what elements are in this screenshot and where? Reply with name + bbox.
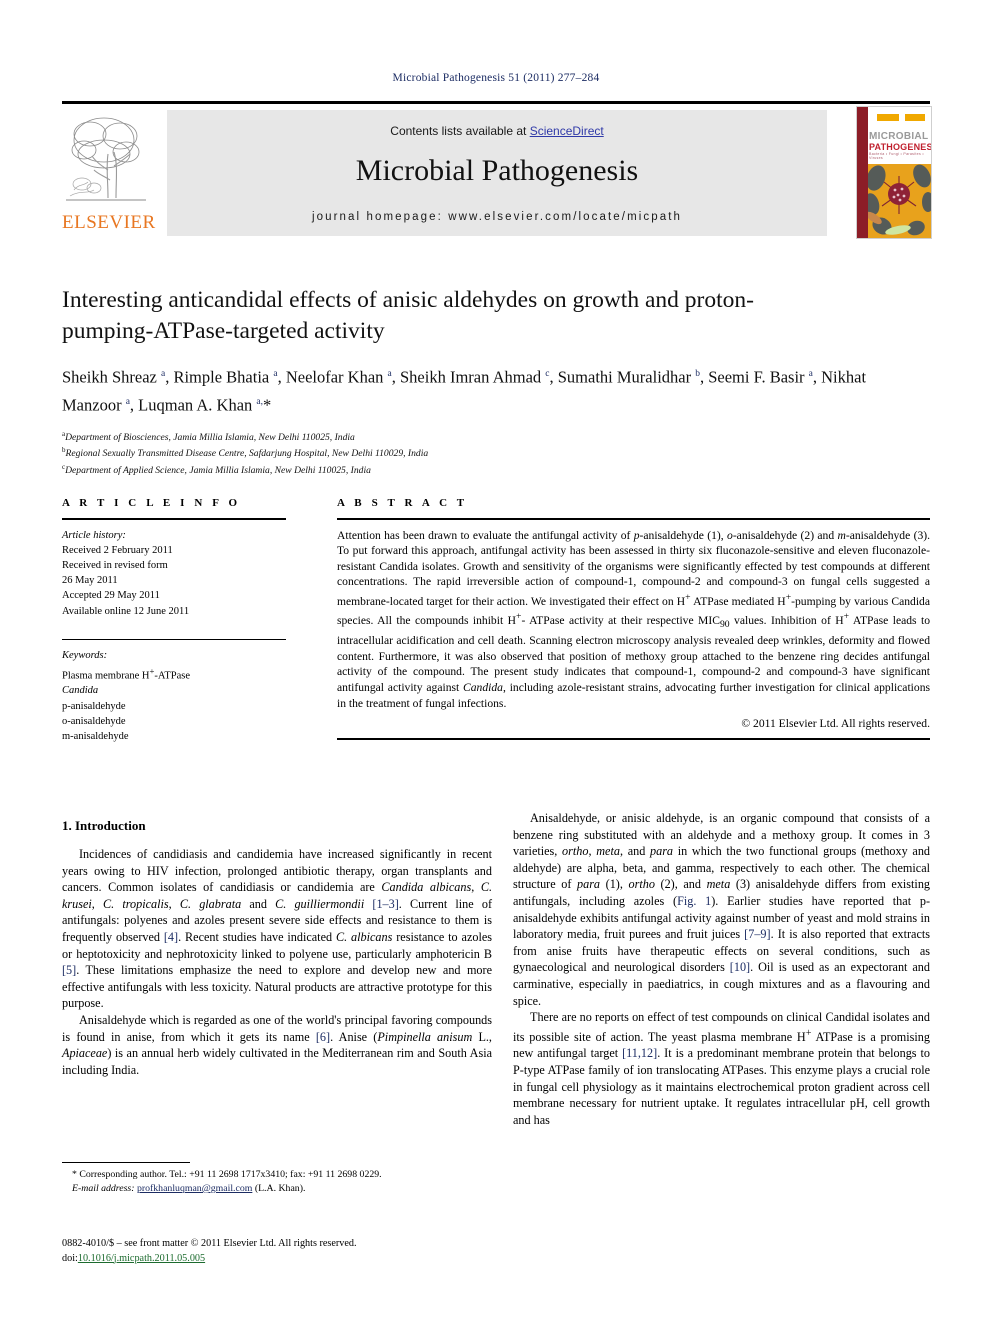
section-heading-introduction: 1. Introduction [62, 818, 146, 833]
affiliation-c: cDepartment of Applied Science, Jamia Mi… [62, 461, 930, 477]
keyword-item: Candida [62, 685, 99, 697]
corresponding-author-footnote: * Corresponding author. Tel.: +91 11 269… [62, 1162, 492, 1196]
body-paragraph: Anisaldehyde, or anisic aldehyde, is an … [513, 811, 931, 1008]
email-link[interactable]: profkhanluqman@gmail.com [137, 1183, 252, 1194]
article-history-item: Accepted 29 May 2011 [62, 590, 160, 602]
issn-frontmatter-line: 0882-4010/$ – see front matter © 2011 El… [62, 1238, 357, 1249]
abstract-rule [337, 518, 930, 520]
elsevier-wordmark: ELSEVIER [62, 212, 156, 233]
paper-page: Microbial Pathogenesis 51 (2011) 277–284 [0, 0, 992, 1323]
body-paragraph: Anisaldehyde which is regarded as one of… [62, 1012, 492, 1077]
article-history-item: Available online 12 June 2011 [62, 605, 190, 617]
journal-band: Contents lists available at ScienceDirec… [167, 110, 827, 236]
cover-accent-bar-left [877, 114, 899, 121]
corresponding-author-line: * Corresponding author. Tel.: +91 11 269… [72, 1169, 382, 1180]
cover-subtitle-line: Bacteria • Fungi • Parasites • Viruses [869, 152, 924, 160]
cover-artwork [868, 164, 931, 238]
email-label: E-mail address: [72, 1183, 135, 1194]
affiliation-text-a: Department of Biosciences, Jamia Millia … [65, 432, 355, 444]
paper-title: Interesting anticandidal effects of anis… [62, 287, 754, 344]
cover-spine [857, 107, 868, 238]
keywords-label: Keywords: [62, 650, 108, 662]
abstract-text: Attention has been drawn to evaluate the… [337, 528, 930, 710]
running-head: Microbial Pathogenesis 51 (2011) 277–284 [392, 72, 600, 84]
article-info-heading: A R T I C L E I N F O [62, 497, 241, 509]
affiliation-text-b: Regional Sexually Transmitted Disease Ce… [65, 448, 429, 460]
email-line: E-mail address: profkhanluqman@gmail.com… [62, 1182, 492, 1196]
article-info-column: A R T I C L E I N F O Article history: R… [62, 497, 286, 744]
doi-link[interactable]: 10.1016/j.micpath.2011.05.005 [78, 1253, 205, 1264]
footnote-rule [62, 1162, 190, 1163]
body-column-left: 1. Introduction Incidences of candidiasi… [62, 818, 492, 1078]
abstract-column: A B S T R A C T Attention has been drawn… [337, 497, 930, 740]
doi-line: doi:10.1016/j.micpath.2011.05.005 [62, 1252, 492, 1267]
keyword-item: p-anisaldehyde [62, 700, 126, 712]
affiliation-list: aDepartment of Biosciences, Jamia Millia… [62, 428, 930, 477]
keywords-rule [62, 638, 286, 641]
email-suffix: (L.A. Khan). [254, 1183, 306, 1194]
article-info-rule [62, 518, 286, 520]
body-paragraph: There are no reports on effect of test c… [513, 1010, 930, 1127]
body-column-right: Anisaldehyde, or anisic aldehyde, is an … [513, 810, 930, 1128]
abstract-copyright: © 2011 Elsevier Ltd. All rights reserved… [741, 717, 930, 731]
journal-masthead: ELSEVIER Contents lists available at Sci… [62, 101, 932, 239]
affiliation-a: aDepartment of Biosciences, Jamia Millia… [62, 428, 930, 444]
body-paragraph: Incidences of candidiasis and candidemia… [62, 847, 492, 1011]
elsevier-logo: ELSEVIER [62, 110, 156, 236]
keyword-item: Plasma membrane H+-ATPase [62, 665, 190, 682]
keywords-block: Keywords: Plasma membrane H+-ATPase Cand… [62, 638, 286, 744]
journal-title: Microbial Pathogenesis [355, 154, 639, 187]
article-history-item: Received 2 February 2011 [62, 544, 173, 556]
contents-available-line: Contents lists available at ScienceDirec… [167, 124, 827, 138]
contents-prefix: Contents lists available at [390, 124, 530, 138]
masthead-top-rule [62, 101, 930, 104]
journal-homepage-line[interactable]: journal homepage: www.elsevier.com/locat… [167, 211, 827, 223]
abstract-bottom-rule [337, 738, 930, 740]
article-history-label: Article history: [62, 529, 126, 541]
sciencedirect-link[interactable]: ScienceDirect [530, 124, 604, 138]
author-list: Sheikh Shreaz a, Rimple Bhatia a, Neelof… [62, 367, 867, 415]
article-history-item: 26 May 2011 [62, 575, 118, 587]
keyword-item: o-anisaldehyde [62, 715, 126, 727]
cover-title-line2: PATHOGENESIS [869, 142, 931, 152]
cover-title-line1: MICROBIAL [869, 131, 929, 142]
imprint-block: 0882-4010/$ – see front matter © 2011 El… [62, 1237, 492, 1266]
elsevier-tree-icon [64, 110, 148, 206]
title-block: Interesting anticandidal effects of anis… [62, 285, 930, 477]
article-history-item: Received in revised form [62, 560, 168, 571]
affiliation-text-c: Department of Applied Science, Jamia Mil… [65, 464, 371, 476]
doi-label: doi: [62, 1252, 78, 1264]
keyword-item: m-anisaldehyde [62, 730, 129, 742]
abstract-heading: A B S T R A C T [337, 497, 468, 509]
affiliation-b: bRegional Sexually Transmitted Disease C… [62, 444, 930, 460]
journal-cover-thumbnail: MICROBIAL PATHOGENESIS Bacteria • Fungi … [856, 106, 932, 239]
cover-accent-bar-right [905, 114, 925, 121]
